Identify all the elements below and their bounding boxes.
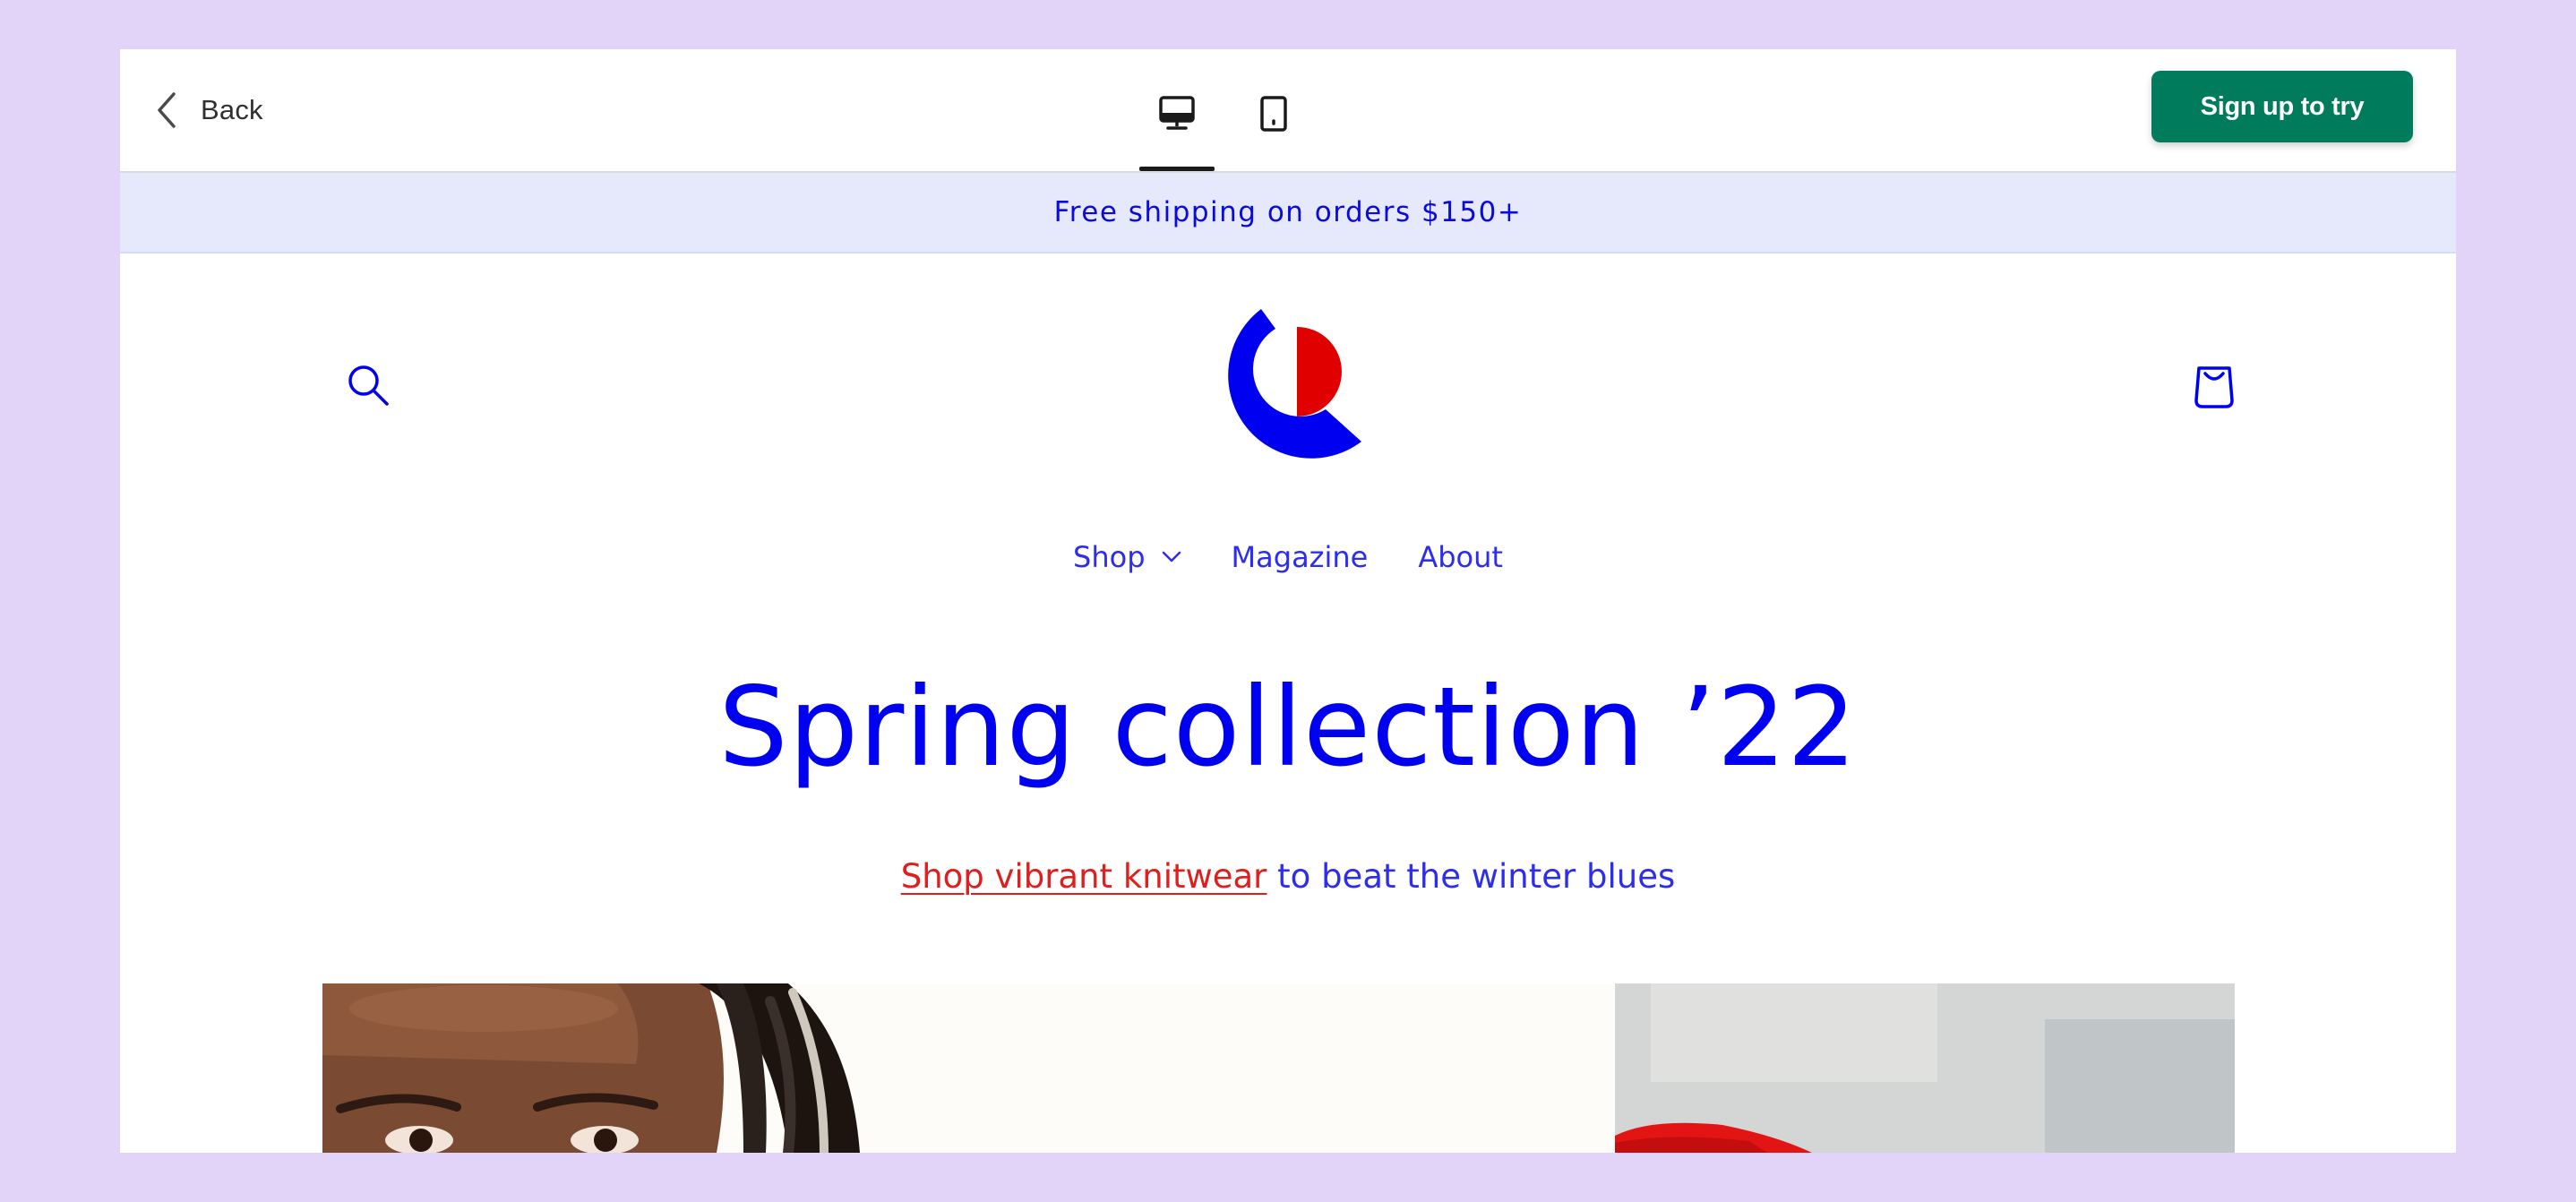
back-label: Back xyxy=(201,94,263,125)
search-icon[interactable] xyxy=(346,363,391,412)
mobile-icon xyxy=(1260,96,1287,132)
nav-about-label: About xyxy=(1418,540,1503,574)
nav-item-shop[interactable]: Shop xyxy=(1073,540,1181,574)
preview-frame: Back Sign up to try Free shipping on ord… xyxy=(120,49,2456,1153)
announcement-text: Free shipping on orders $150+ xyxy=(1053,196,1523,228)
hero-title: Spring collection ’22 xyxy=(718,664,1858,791)
store-nav: Shop Magazine About xyxy=(120,540,2456,574)
hero-subtitle-rest: to beat the winter blues xyxy=(1267,857,1676,896)
store-logo[interactable] xyxy=(1204,309,1374,475)
preview-toolbar: Back Sign up to try xyxy=(120,49,2456,173)
sign-up-button[interactable]: Sign up to try xyxy=(2151,71,2413,142)
tab-mobile-view[interactable] xyxy=(1236,85,1311,171)
nav-shop-label: Shop xyxy=(1073,540,1146,574)
chevron-down-icon xyxy=(1162,551,1181,562)
nav-item-magazine[interactable]: Magazine xyxy=(1232,540,1369,574)
announcement-bar: Free shipping on orders $150+ xyxy=(120,173,2456,253)
hero-image-knitwear[interactable] xyxy=(1615,983,2235,1153)
cart-icon[interactable] xyxy=(2193,361,2236,414)
nav-magazine-label: Magazine xyxy=(1231,540,1369,574)
tab-desktop-view[interactable] xyxy=(1139,85,1215,171)
chevron-left-icon xyxy=(158,92,176,128)
hero-image-portrait[interactable] xyxy=(322,983,1614,1153)
desktop-icon xyxy=(1159,96,1195,130)
nav-item-about[interactable]: About xyxy=(1418,540,1503,574)
back-button[interactable]: Back xyxy=(156,85,263,135)
hero-subtitle: Shop vibrant knitwear to beat the winter… xyxy=(120,857,2456,896)
shop-knitwear-link[interactable]: Shop vibrant knitwear xyxy=(901,857,1267,896)
